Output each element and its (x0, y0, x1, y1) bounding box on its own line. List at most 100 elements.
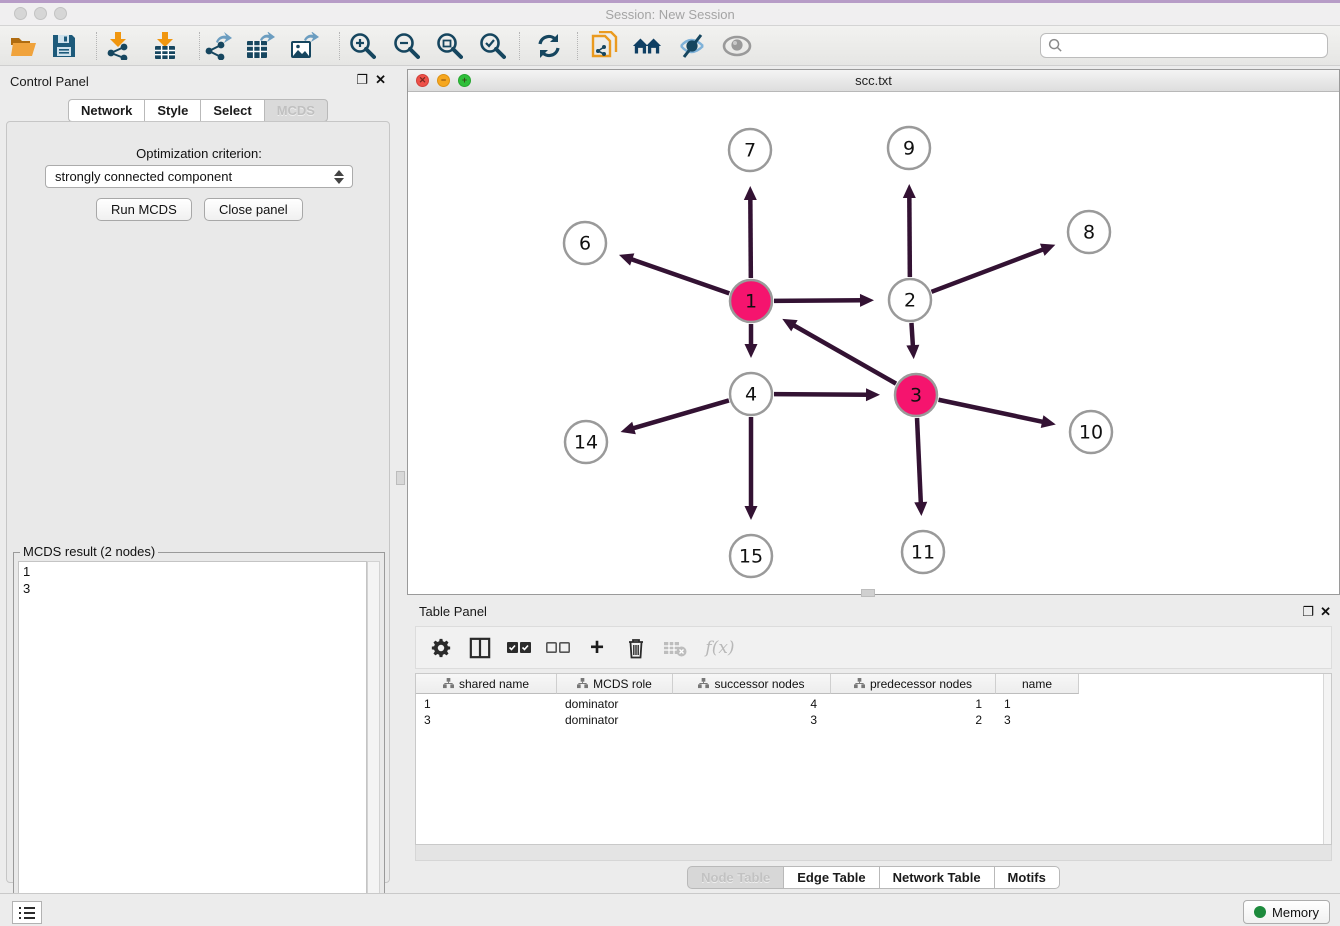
column-header-label: MCDS role (593, 677, 652, 691)
edge-arrowhead (745, 506, 758, 520)
status-bar: Memory (0, 893, 1340, 926)
delete-table-icon[interactable] (662, 635, 688, 661)
tab-network-table[interactable]: Network Table (879, 866, 994, 889)
table-vertical-scrollbar[interactable] (1323, 674, 1331, 844)
search-input[interactable] (1063, 37, 1313, 54)
edge-1-6[interactable] (629, 259, 729, 294)
task-history-button[interactable] (12, 901, 42, 924)
edge-arrowhead (744, 186, 757, 200)
run-mcds-button[interactable]: Run MCDS (96, 198, 192, 221)
table-panel-title: Table Panel (419, 604, 487, 619)
network-window-titlebar[interactable]: ✕ − + scc.txt (408, 70, 1339, 92)
node-table[interactable]: shared name MCDS role successor nodesprede… (415, 673, 1332, 845)
add-column-icon[interactable]: + (584, 635, 610, 661)
edge-arrowhead (906, 345, 919, 359)
column-header-shared-name[interactable]: shared name (416, 674, 557, 694)
table-cell[interactable]: 3 (996, 712, 1079, 728)
zoom-selected-icon[interactable] (477, 32, 507, 60)
table-cell[interactable]: dominator (557, 712, 673, 728)
column-header-name[interactable]: name (996, 674, 1079, 694)
table-cell[interactable]: 1 (416, 696, 557, 712)
table-cell[interactable]: 2 (831, 712, 996, 728)
memory-label: Memory (1272, 905, 1319, 920)
select-all-rows-icon[interactable] (506, 635, 532, 661)
mcds-result-scrollbar[interactable] (367, 561, 380, 926)
tab-select[interactable]: Select (200, 99, 263, 122)
titlebar: Session: New Session (0, 3, 1340, 26)
table-cell[interactable]: 3 (673, 712, 831, 728)
table-cell[interactable]: 1 (831, 696, 996, 712)
column-header-MCDS-role[interactable]: MCDS role (557, 674, 673, 694)
edge-4-14[interactable] (631, 400, 729, 428)
mcds-result-group: MCDS result (2 nodes) 13 (13, 552, 385, 926)
graph-node-label: 10 (1079, 422, 1103, 444)
table-footer-band (415, 845, 1332, 861)
sort-hierarchy-icon (577, 678, 588, 689)
duplicate-network-icon[interactable] (590, 32, 620, 60)
edge-1-2[interactable] (774, 300, 863, 301)
edge-1-7[interactable] (750, 197, 751, 278)
table-cell[interactable]: dominator (557, 696, 673, 712)
close-panel-icon[interactable]: ✕ (375, 72, 386, 88)
table-cell[interactable]: 1 (996, 696, 1079, 712)
tab-edge-table[interactable]: Edge Table (783, 866, 878, 889)
open-session-icon[interactable] (8, 32, 38, 60)
column-visibility-icon[interactable] (467, 635, 493, 661)
network-graph-canvas[interactable]: 7968124314101511 (408, 92, 1339, 594)
tab-motifs[interactable]: Motifs (994, 866, 1060, 889)
delete-column-icon[interactable] (623, 635, 649, 661)
tab-mcds[interactable]: MCDS (264, 99, 328, 122)
column-header-predecessor-nodes[interactable]: predecessor nodes (831, 674, 996, 694)
export-image-icon[interactable] (290, 32, 320, 60)
export-network-icon[interactable] (203, 32, 233, 60)
table-cell[interactable]: 3 (416, 712, 557, 728)
export-table-icon[interactable] (246, 32, 276, 60)
mcds-result-text[interactable]: 13 (18, 561, 367, 926)
memory-button[interactable]: Memory (1243, 900, 1330, 924)
tab-style[interactable]: Style (144, 99, 200, 122)
import-network-icon[interactable] (103, 32, 133, 60)
table-settings-gear-icon[interactable] (428, 635, 454, 661)
edge-2-8[interactable] (932, 249, 1046, 292)
close-panel-button[interactable]: Close panel (204, 198, 303, 221)
edge-2-3[interactable] (911, 323, 913, 348)
import-table-icon[interactable] (150, 32, 180, 60)
search-field[interactable] (1040, 33, 1328, 58)
edge-arrowhead (914, 502, 927, 516)
float-table-panel-icon[interactable]: ❐ (1302, 604, 1314, 620)
close-table-panel-icon[interactable]: ✕ (1320, 604, 1331, 620)
zoom-fit-icon[interactable] (434, 32, 464, 60)
zoom-in-icon[interactable] (347, 32, 377, 60)
deselect-all-rows-icon[interactable] (545, 635, 571, 661)
home-layout-icon[interactable] (632, 32, 662, 60)
edge-4-3[interactable] (774, 394, 869, 395)
control-panel-title: Control Panel (10, 74, 89, 89)
graph-node-label: 1 (745, 291, 757, 313)
tab-network[interactable]: Network (68, 99, 144, 122)
vertical-splitter-handle[interactable] (396, 471, 405, 485)
show-all-icon[interactable] (722, 32, 752, 60)
column-header-label: name (1022, 677, 1052, 691)
edge-3-11[interactable] (917, 418, 921, 505)
table-cell[interactable]: 4 (673, 696, 831, 712)
refresh-icon[interactable] (534, 32, 564, 60)
graph-node-label: 14 (574, 432, 598, 454)
graph-node-label: 9 (903, 138, 915, 160)
edge-3-10[interactable] (939, 400, 1046, 423)
column-header-successor-nodes[interactable]: successor nodes (673, 674, 831, 694)
edge-2-9[interactable] (909, 195, 910, 277)
search-icon (1048, 38, 1063, 53)
save-session-icon[interactable] (49, 32, 79, 60)
toolbar-separator (339, 32, 340, 60)
toolbar-separator (96, 32, 97, 60)
tab-node-table[interactable]: Node Table (687, 866, 783, 889)
control-panel-tabs: NetworkStyleSelectMCDS (0, 99, 396, 122)
function-builder-icon[interactable]: f(x) (701, 635, 739, 661)
edge-arrowhead (1040, 244, 1055, 256)
float-panel-icon[interactable]: ❐ (356, 72, 368, 88)
optimization-criterion-select[interactable]: strongly connected component (45, 165, 353, 188)
hide-selected-icon[interactable] (677, 32, 707, 60)
edge-3-1[interactable] (792, 324, 896, 383)
horizontal-splitter-handle[interactable] (861, 589, 875, 597)
zoom-out-icon[interactable] (391, 32, 421, 60)
